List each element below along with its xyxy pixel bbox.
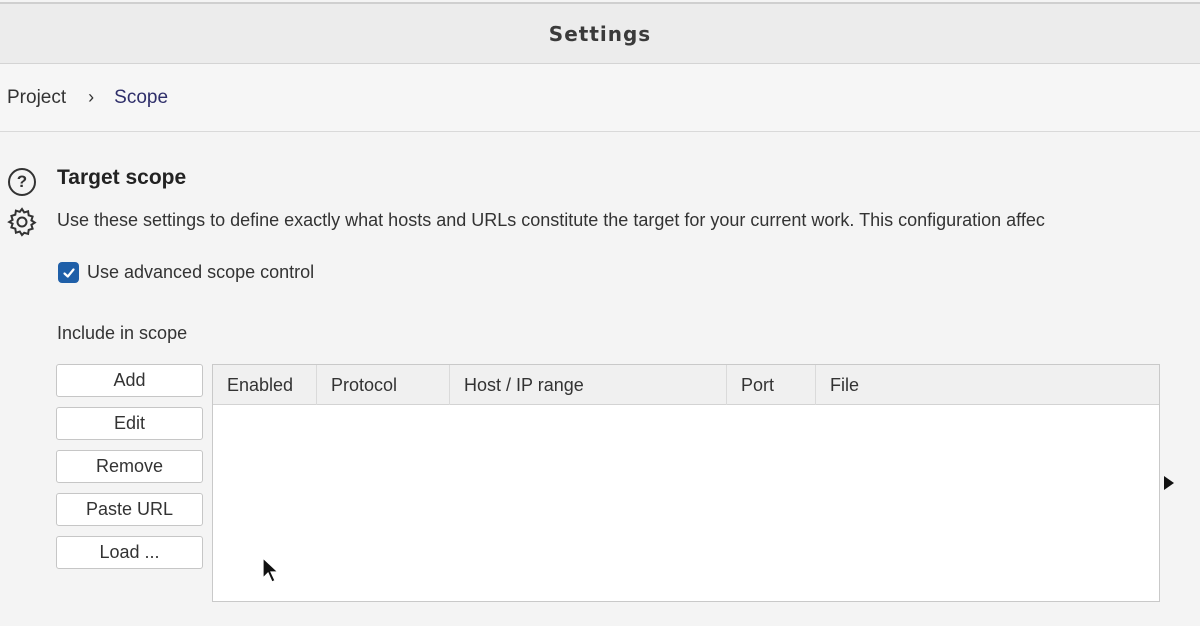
table-header: Enabled Protocol Host / IP range Port Fi…	[213, 365, 1159, 405]
section-description: Use these settings to define exactly wha…	[57, 210, 1045, 230]
column-header-host[interactable]: Host / IP range	[450, 365, 727, 405]
load-button[interactable]: Load ...	[56, 536, 203, 569]
advanced-scope-control[interactable]: Use advanced scope control	[58, 262, 314, 283]
breadcrumb-item-project[interactable]: Project	[7, 87, 66, 109]
include-in-scope-label: Include in scope	[57, 323, 188, 343]
expand-arrow-icon[interactable]	[1164, 476, 1174, 490]
breadcrumb-separator-icon: ›	[88, 87, 95, 107]
paste-url-button[interactable]: Paste URL	[56, 493, 203, 526]
window-titlebar: Settings	[0, 2, 1200, 64]
help-icon[interactable]: ?	[8, 168, 36, 196]
advanced-scope-checkbox[interactable]	[58, 262, 79, 283]
section-title: Target scope	[57, 166, 187, 189]
edit-button[interactable]: Edit	[56, 407, 203, 440]
column-header-file[interactable]: File	[816, 365, 1159, 405]
breadcrumb-item-scope[interactable]: Scope	[114, 87, 168, 109]
mouse-cursor-icon	[262, 556, 280, 583]
column-header-port[interactable]: Port	[727, 365, 816, 405]
check-icon	[62, 267, 75, 278]
advanced-scope-label: Use advanced scope control	[87, 262, 315, 282]
breadcrumb: Project › Scope	[0, 64, 1200, 132]
remove-button[interactable]: Remove	[56, 450, 203, 483]
column-header-enabled[interactable]: Enabled	[213, 365, 317, 405]
add-button[interactable]: Add	[56, 364, 203, 397]
gear-icon[interactable]	[6, 206, 38, 238]
window-title: Settings	[548, 21, 652, 46]
column-header-protocol[interactable]: Protocol	[317, 365, 450, 405]
include-scope-table[interactable]: Enabled Protocol Host / IP range Port Fi…	[212, 364, 1160, 602]
